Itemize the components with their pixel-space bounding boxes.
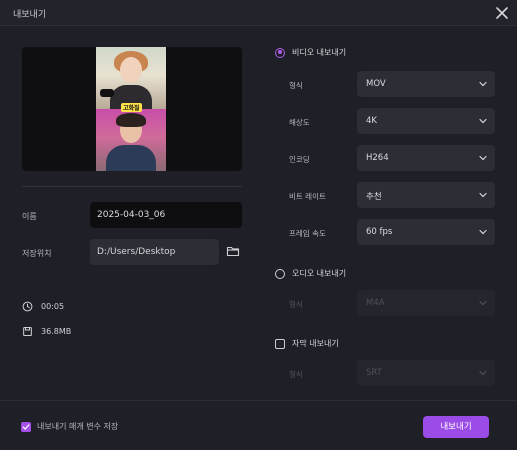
location-label: 저장위치 (22, 249, 52, 258)
video-export-radio[interactable] (275, 47, 285, 58)
folder-icon (226, 246, 240, 257)
clock-icon (22, 301, 33, 311)
browse-folder-button[interactable] (226, 244, 240, 258)
file-size-icon (23, 326, 32, 336)
audio-export-toggle[interactable]: 오디오 내보내기 (275, 268, 346, 279)
title-bar: 내보내기 (0, 0, 517, 26)
audio-format-select: M4A (357, 290, 495, 316)
resolution-value: 4K (366, 116, 377, 126)
video-preview: 고화질 (22, 47, 242, 171)
name-input[interactable]: 2025-04-03_06 (90, 202, 242, 228)
chevron-down-icon (479, 155, 487, 161)
footer-divider (0, 400, 517, 401)
framerate-label: 프레임 속도 (289, 229, 326, 238)
duration-value: 00:05 (41, 301, 65, 311)
close-icon (496, 7, 508, 19)
audio-export-label: 오디오 내보내기 (292, 269, 347, 278)
check-icon (22, 423, 30, 430)
audio-format-value: M4A (366, 298, 385, 308)
preview-caption: 고화질 (121, 103, 142, 112)
window-title: 내보내기 (13, 10, 47, 20)
subtitle-format-label: 형식 (289, 370, 303, 379)
audio-export-radio[interactable] (275, 268, 285, 279)
bitrate-label: 비트 레이트 (289, 192, 326, 201)
chevron-down-icon (479, 229, 487, 235)
remember-settings-label: 내보내기 매개 변수 저장 (37, 422, 119, 431)
audio-format-label: 형식 (289, 300, 303, 309)
location-input[interactable]: D:/Users/Desktop (90, 239, 219, 265)
remember-settings-checkbox[interactable]: 내보내기 매개 변수 저장 (21, 421, 118, 432)
chevron-down-icon (479, 118, 487, 124)
bitrate-select[interactable]: 추천 (357, 182, 495, 208)
left-divider (22, 186, 242, 187)
export-button[interactable]: 내보내기 (423, 416, 489, 438)
duration-row: 00:05 (22, 299, 64, 313)
format-select[interactable]: MOV (357, 71, 495, 97)
subtitle-export-toggle[interactable]: 자막 내보내기 (275, 338, 339, 349)
subtitle-export-label: 자막 내보내기 (292, 339, 339, 348)
chevron-down-icon (479, 81, 487, 87)
filesize-value: 36.8MB (41, 326, 72, 336)
subtitle-format-value: SRT (366, 368, 382, 378)
preview-thumbnail: 고화질 (96, 47, 166, 171)
format-label: 형식 (289, 81, 303, 90)
chevron-down-icon (479, 300, 487, 306)
checkbox-box[interactable] (21, 421, 31, 432)
subtitle-format-select: SRT (357, 360, 495, 386)
encoding-select[interactable]: H264 (357, 145, 495, 171)
framerate-select[interactable]: 60 fps (357, 219, 495, 245)
close-button[interactable] (493, 4, 511, 22)
bitrate-value: 추천 (366, 192, 382, 202)
resolution-label: 해상도 (289, 118, 310, 127)
framerate-value: 60 fps (366, 227, 393, 237)
video-export-label: 비디오 내보내기 (292, 48, 347, 57)
chevron-down-icon (479, 370, 487, 376)
chevron-down-icon (479, 192, 487, 198)
resolution-select[interactable]: 4K (357, 108, 495, 134)
encoding-value: H264 (366, 153, 389, 163)
video-export-toggle[interactable]: 비디오 내보내기 (275, 47, 346, 58)
filesize-row: 36.8MB (22, 324, 71, 338)
subtitle-export-checkbox[interactable] (275, 338, 285, 349)
format-value: MOV (366, 79, 386, 89)
encoding-label: 인코딩 (289, 155, 310, 164)
name-label: 이름 (22, 212, 37, 221)
